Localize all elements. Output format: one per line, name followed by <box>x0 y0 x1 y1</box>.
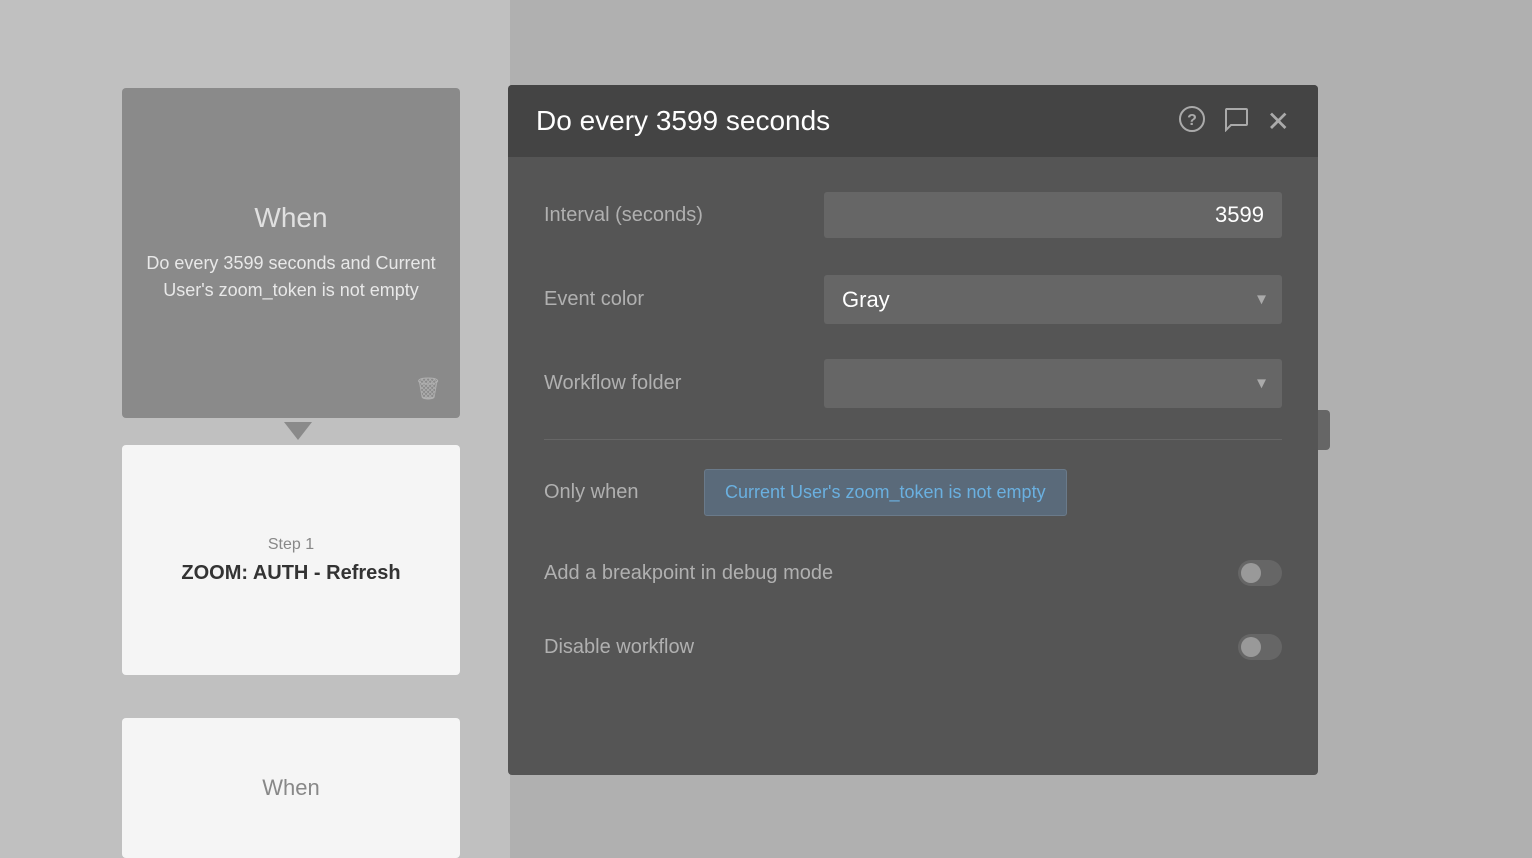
workflow-folder-select[interactable] <box>824 359 1282 408</box>
event-color-select[interactable]: Gray <box>824 275 1282 324</box>
event-color-dropdown-wrapper: Gray ▾ <box>824 275 1282 324</box>
form-divider <box>544 439 1282 440</box>
workflow-folder-control: ▾ <box>824 359 1282 408</box>
help-icon[interactable]: ? <box>1179 106 1205 136</box>
modal-panel: Do every 3599 seconds ? ✕ Interval (seco… <box>508 85 1318 775</box>
workflow-folder-row: Workflow folder ▾ <box>544 355 1282 411</box>
arrow-connector <box>284 422 312 440</box>
side-handle[interactable] <box>1318 410 1330 450</box>
when-card-top-title: When <box>254 202 327 234</box>
interval-input[interactable] <box>824 192 1282 238</box>
trash-icon[interactable]: 🗑 <box>414 376 442 402</box>
event-color-label: Event color <box>544 288 824 311</box>
breakpoint-toggle[interactable] <box>1238 560 1282 586</box>
modal-body: Interval (seconds) Event color Gray ▾ Wo… <box>508 157 1318 775</box>
step-name: ZOOM: AUTH - Refresh <box>181 562 400 585</box>
interval-row: Interval (seconds) <box>544 187 1282 243</box>
when-card-top-description: Do every 3599 seconds and Current User's… <box>142 250 440 304</box>
disable-workflow-row: Disable workflow <box>544 622 1282 672</box>
step-card: Step 1 ZOOM: AUTH - Refresh <box>122 445 460 675</box>
modal-title: Do every 3599 seconds <box>536 105 830 137</box>
breakpoint-row: Add a breakpoint in debug mode <box>544 548 1282 598</box>
event-color-control: Gray ▾ <box>824 275 1282 324</box>
breakpoint-toggle-knob <box>1241 563 1261 583</box>
when-card-bottom: When <box>122 718 460 858</box>
only-when-label: Only when <box>544 481 704 504</box>
workflow-folder-label: Workflow folder <box>544 372 824 395</box>
svg-text:?: ? <box>1187 112 1197 129</box>
close-icon[interactable]: ✕ <box>1267 105 1290 138</box>
breakpoint-label: Add a breakpoint in debug mode <box>544 562 1238 585</box>
modal-header: Do every 3599 seconds ? ✕ <box>508 85 1318 157</box>
interval-control <box>824 192 1282 238</box>
when-card-top: When Do every 3599 seconds and Current U… <box>122 88 460 418</box>
only-when-row: Only when Current User's zoom_token is n… <box>544 464 1282 520</box>
disable-workflow-toggle-knob <box>1241 637 1261 657</box>
modal-actions: ? ✕ <box>1179 105 1290 138</box>
step-label: Step 1 <box>268 536 314 554</box>
when-card-bottom-title: When <box>262 775 319 801</box>
disable-workflow-toggle[interactable] <box>1238 634 1282 660</box>
interval-label: Interval (seconds) <box>544 204 824 227</box>
condition-badge[interactable]: Current User's zoom_token is not empty <box>704 469 1067 516</box>
disable-workflow-label: Disable workflow <box>544 636 1238 659</box>
comment-icon[interactable] <box>1223 106 1249 136</box>
workflow-folder-dropdown-wrapper: ▾ <box>824 359 1282 408</box>
event-color-row: Event color Gray ▾ <box>544 271 1282 327</box>
